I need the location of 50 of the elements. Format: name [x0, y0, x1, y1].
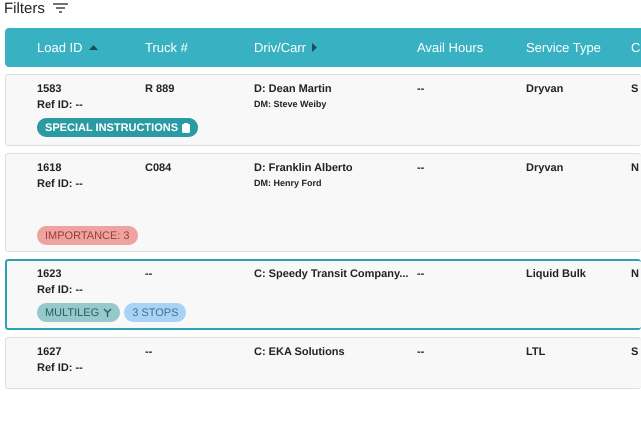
filter-icon[interactable]: [52, 3, 68, 13]
load-id: 1583: [37, 83, 62, 95]
special-tag: SPECIAL INSTRUCTIONS: [37, 118, 198, 137]
column-header[interactable]: Service Type: [526, 40, 601, 55]
truck-number: --: [145, 268, 152, 280]
avail-hours: --: [417, 162, 424, 174]
service-type: Liquid Bulk: [526, 268, 586, 280]
clipboard-icon: [182, 122, 190, 132]
avail-hours: --: [417, 83, 424, 95]
caret-right-icon[interactable]: [312, 43, 317, 52]
load-id: 1623: [37, 268, 62, 280]
dispatch-manager: DM: Henry Ford: [254, 178, 322, 188]
service-type: Dryvan: [526, 83, 564, 95]
column-header[interactable]: Load ID: [37, 40, 83, 55]
column-header[interactable]: Truck #: [145, 40, 188, 55]
sort-up-icon[interactable]: [88, 45, 98, 50]
avail-hours: --: [417, 346, 424, 358]
column-header[interactable]: Driv/Carr: [254, 40, 306, 55]
truck-number: --: [145, 346, 152, 358]
load-row[interactable]: 1583 Ref ID: -- R 889 D: Dean Martin DM: Steve Weiby -- Dryvan S SPECIAL INSTRUCTIONS: [5, 74, 641, 146]
column-header[interactable]: C: [631, 40, 640, 55]
driver-name: D: Dean Martin: [254, 83, 332, 95]
column-header[interactable]: Avail Hours: [417, 40, 484, 55]
driver-name: D: Franklin Alberto: [254, 162, 353, 174]
multileg-tag: MULTILEG: [37, 303, 120, 322]
load-id: 1627: [37, 346, 62, 358]
load-row[interactable]: 1623 Ref ID: -- -- C: Speedy Transit Company... -- Liquid Bulk N MULTILEG 3 STOPS: [5, 259, 641, 330]
ref-id: Ref ID: --: [37, 99, 83, 111]
load-row[interactable]: 1627 Ref ID: -- -- C: EKA Solutions -- LTL S: [5, 337, 641, 389]
service-type: Dryvan: [526, 162, 564, 174]
avail-hours: --: [417, 268, 424, 280]
ref-id: Ref ID: --: [37, 284, 83, 296]
ref-id: Ref ID: --: [37, 362, 83, 374]
fork-icon: [103, 308, 112, 317]
importance-tag: IMPORTANCE: 3: [37, 226, 138, 245]
truck-number: C084: [145, 162, 172, 174]
dispatch-manager: DM: Steve Weiby: [254, 99, 326, 109]
filters-label[interactable]: Filters: [4, 0, 45, 16]
stops-tag: 3 STOPS: [124, 303, 186, 322]
table-cell: S: [631, 83, 638, 95]
table-cell: N: [631, 162, 639, 174]
load-row[interactable]: 1618 Ref ID: -- C084 D: Franklin Alberto DM: Henry Ford -- Dryvan N IMPORTANCE: 3: [5, 153, 641, 252]
truck-number: R 889: [145, 83, 174, 95]
driver-name: C: Speedy Transit Company...: [254, 268, 408, 280]
driver-name: C: EKA Solutions: [254, 346, 345, 358]
load-id: 1618: [37, 162, 62, 174]
table-cell: S: [631, 346, 638, 358]
table-cell: N: [631, 268, 639, 280]
service-type: LTL: [526, 346, 546, 358]
ref-id: Ref ID: --: [37, 178, 83, 190]
